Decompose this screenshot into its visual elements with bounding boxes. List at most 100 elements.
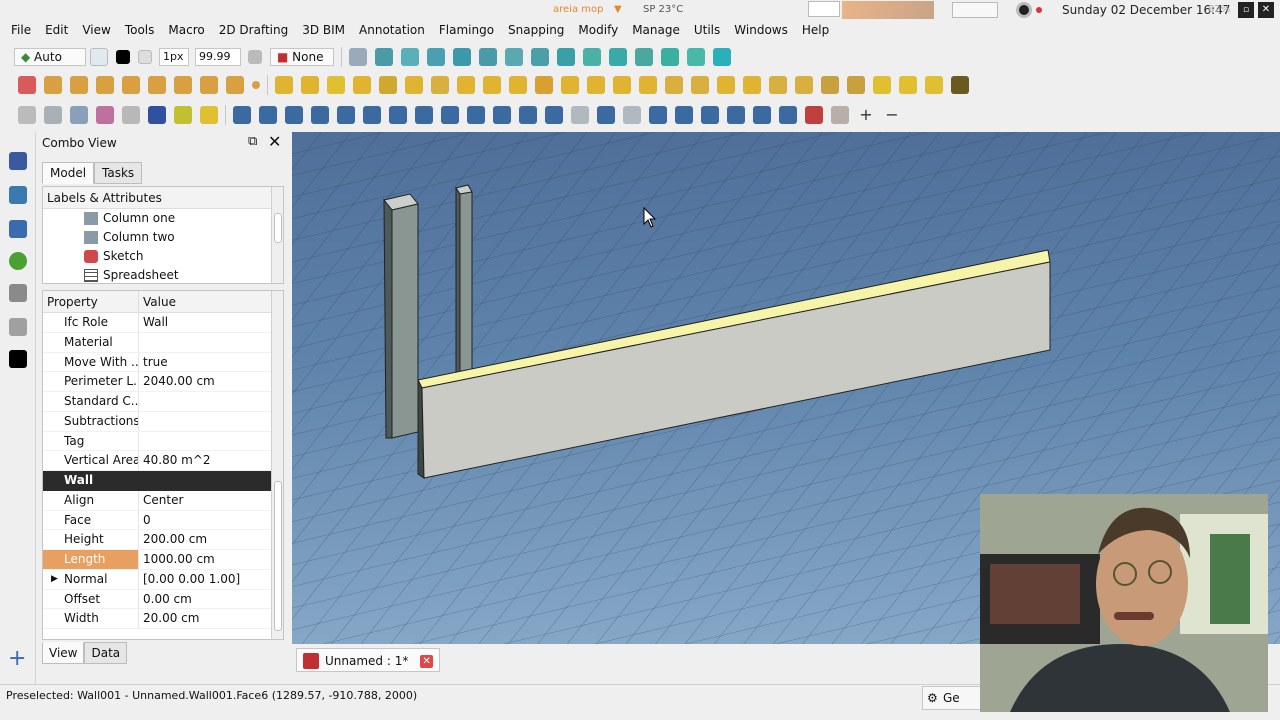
snap-parallel-icon[interactable] [583, 48, 601, 66]
menu-file[interactable]: File [4, 20, 38, 40]
draft-arc-icon[interactable] [96, 76, 114, 94]
menu-annotation[interactable]: Annotation [352, 20, 432, 40]
image-icon[interactable] [122, 106, 140, 124]
arrow-down-icon[interactable] [753, 106, 771, 124]
group-icon[interactable] [174, 106, 192, 124]
snap-endpoint-icon[interactable] [401, 48, 419, 66]
arch-axis-icon[interactable] [457, 76, 475, 94]
menu-3d-bim[interactable]: 3D BIM [295, 20, 352, 40]
view-icon[interactable] [96, 106, 114, 124]
body-icon[interactable] [9, 220, 27, 238]
tray-thumbnail[interactable] [808, 1, 840, 17]
arch-cutplane-icon[interactable] [639, 76, 657, 94]
join-icon[interactable] [545, 106, 563, 124]
property-scrollbar[interactable] [271, 291, 283, 639]
combo-view-icon[interactable] [9, 152, 27, 170]
construction-mode-icon[interactable] [90, 48, 108, 66]
draft-line-icon[interactable] [18, 76, 36, 94]
arrow-up-icon[interactable] [727, 106, 745, 124]
line-color-swatch[interactable] [116, 50, 130, 64]
property-row[interactable]: Tag [43, 431, 283, 452]
font-size-spinbox[interactable]: 99.99 [195, 48, 241, 66]
autogroup-button[interactable]: ■ None [270, 48, 334, 66]
snap-intersection-icon[interactable] [505, 48, 523, 66]
arch-space-icon[interactable] [509, 76, 527, 94]
snap-workingplane-icon[interactable] [687, 48, 705, 66]
snap-dimensions-icon[interactable] [713, 48, 731, 66]
snap-extension-icon[interactable] [557, 48, 575, 66]
grid-icon[interactable] [349, 48, 367, 66]
layer-tool-icon[interactable] [200, 106, 218, 124]
snap-center-icon[interactable] [453, 48, 471, 66]
draft-point-icon[interactable] [252, 81, 260, 89]
property-row[interactable]: Offset 0.00 cm [43, 589, 283, 610]
downgrade-icon[interactable] [389, 106, 407, 124]
draft-bezier-icon[interactable] [226, 76, 244, 94]
arch-survey-icon[interactable] [717, 76, 735, 94]
column-one-front[interactable] [391, 203, 419, 439]
snap-lock-icon[interactable] [375, 48, 393, 66]
arch-remove-icon[interactable] [691, 76, 709, 94]
property-scroll-thumb[interactable] [274, 481, 282, 631]
arch-building-icon[interactable] [379, 76, 397, 94]
arch-roof-icon[interactable] [483, 76, 501, 94]
arch-panel-icon[interactable] [561, 76, 579, 94]
move-icon[interactable] [233, 106, 251, 124]
tab-data[interactable]: Data [84, 642, 128, 664]
arch-window-icon[interactable] [431, 76, 449, 94]
minus-icon[interactable]: − [883, 106, 901, 124]
upgrade-icon[interactable] [363, 106, 381, 124]
draft-circle-icon[interactable] [70, 76, 88, 94]
property-row[interactable]: Width 20.00 cm [43, 609, 283, 629]
close-document-icon[interactable]: ✕ [420, 655, 434, 668]
draft-polygon-icon[interactable] [148, 76, 166, 94]
property-row[interactable]: Perimeter L... 2040.00 cm [43, 372, 283, 392]
tray-app-label[interactable]: areia mop [553, 0, 603, 20]
fuse-icon[interactable] [597, 106, 615, 124]
arch-component-icon[interactable] [925, 76, 943, 94]
arch-profile-icon[interactable] [847, 76, 865, 94]
arch-schedule-icon[interactable] [873, 76, 891, 94]
arch-floor-icon[interactable] [353, 76, 371, 94]
arch-truss-icon[interactable] [795, 76, 813, 94]
draft-wire-icon[interactable] [44, 76, 62, 94]
close-panel-icon[interactable]: ✕ [268, 132, 281, 151]
sphere-icon[interactable] [9, 252, 27, 270]
cut-icon[interactable] [623, 106, 641, 124]
arch-frame-icon[interactable] [587, 76, 605, 94]
line-width-spinbox[interactable]: 1px [159, 48, 189, 66]
shape2d-icon[interactable] [675, 106, 693, 124]
tree-scroll-thumb[interactable] [274, 213, 282, 243]
apply-style-icon[interactable] [248, 50, 262, 64]
arch-equipment-icon[interactable] [613, 76, 631, 94]
array-icon[interactable] [70, 106, 88, 124]
plus-icon[interactable]: + [857, 106, 875, 124]
column-two-front[interactable] [459, 191, 473, 373]
scale-icon[interactable] [415, 106, 433, 124]
face-color-swatch[interactable] [138, 50, 152, 64]
restore-window-icon[interactable]: ▫ [1238, 2, 1254, 18]
float-panel-icon[interactable]: ⧉ [248, 134, 257, 149]
black-box-icon[interactable] [9, 350, 27, 368]
expand-arrow-icon[interactable]: ▶ [51, 570, 58, 590]
draft-bspline-icon[interactable] [200, 76, 218, 94]
menu-utils[interactable]: Utils [687, 20, 727, 40]
tab-model[interactable]: Model [42, 162, 95, 184]
add-view-icon[interactable]: + [8, 646, 26, 671]
select-icon[interactable] [779, 106, 797, 124]
toggle-icon[interactable] [831, 106, 849, 124]
measure-icon[interactable] [18, 106, 36, 124]
arch-material-icon[interactable] [899, 76, 917, 94]
mirror-icon[interactable] [519, 106, 537, 124]
property-row-selected[interactable]: Length 1000.00 cm [43, 550, 283, 570]
clock[interactable]: Sunday 02 December 16:47 [1062, 0, 1230, 20]
trim-icon[interactable] [337, 106, 355, 124]
property-row[interactable]: ▶ Normal [0.00 0.00 1.00] [43, 569, 283, 590]
snap-midpoint-icon[interactable] [427, 48, 445, 66]
tree-item-column-one[interactable]: Column one [43, 209, 283, 228]
property-row[interactable]: Vertical Area 40.80 m^2 [43, 451, 283, 471]
column-tool-icon[interactable] [9, 284, 27, 302]
page-icon[interactable] [9, 318, 27, 336]
menu-tools[interactable]: Tools [118, 20, 162, 40]
menu-edit[interactable]: Edit [38, 20, 75, 40]
